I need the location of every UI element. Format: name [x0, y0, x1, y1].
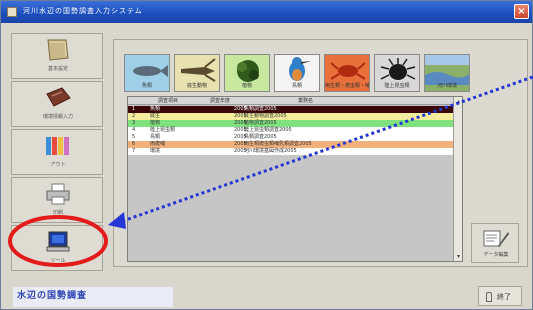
table-cell-item: 植物 [150, 120, 161, 126]
banner-text: 水辺の国勢調査 [17, 291, 88, 301]
table-cell-name: 底生動物調査2005 [244, 113, 287, 119]
status-banner: 水辺の国勢調査 [13, 287, 173, 307]
category-fish[interactable]: 魚類 [124, 54, 170, 92]
table-cell-num: 6 [132, 141, 136, 147]
table-row[interactable]: 5 鳥類 2005 鳥類調査2005 [128, 134, 454, 141]
exit-label: 終了 [497, 293, 511, 301]
edit-document-icon [483, 230, 509, 247]
binders-icon [46, 137, 69, 155]
vertical-scrollbar[interactable]: ▴ ▾ [453, 97, 462, 261]
table-cell-name: 両生類爬虫類哺乳類調査2005 [244, 141, 312, 147]
table-cell-name: 植物調査2005 [244, 120, 277, 126]
table-cell-name: 陸上昆虫類調査2005 [244, 127, 292, 133]
computer-icon [46, 231, 70, 252]
sidebar-item-basic-settings[interactable]: 基本設定 [11, 33, 103, 79]
column-header: 業務名 [298, 98, 314, 104]
close-button[interactable]: × [514, 4, 529, 19]
table-cell-item: 環境 [150, 148, 161, 154]
category-label: 底生動物 [186, 83, 207, 89]
table-cell-name: 河川環境基図作成2005 [244, 148, 297, 154]
fish-icon [133, 65, 168, 77]
notebook-icon [46, 87, 71, 107]
app-icon [7, 7, 17, 17]
sidebar-item-print[interactable]: 印刷 [11, 177, 103, 223]
category-amphibians-reptiles-mammals[interactable]: 両生類・爬虫類・哺乳類 [324, 54, 370, 92]
category-benthic[interactable]: 底生動物 [174, 54, 220, 92]
data-edit-label: データ編集 [483, 252, 509, 258]
category-plants[interactable]: 植物 [224, 54, 270, 92]
status-bar: 水辺の国勢調査 終了 [1, 283, 532, 309]
scroll-down-icon[interactable]: ▾ [455, 253, 462, 260]
table-row[interactable]: 3 植物 2005 植物調査2005 [128, 120, 454, 127]
table-cell-item: 鳥類 [150, 134, 161, 140]
sidebar-item-label: アウト [50, 162, 66, 168]
category-birds[interactable]: 鳥類 [274, 54, 320, 92]
category-label: 鳥類 [291, 83, 302, 89]
printer-icon [46, 183, 70, 205]
exit-button[interactable]: 終了 [478, 286, 522, 306]
category-label: 河川環境 [436, 83, 457, 89]
sidebar-item-label: ツール [50, 258, 66, 264]
sidebar-item-label: 印刷 [52, 210, 63, 216]
sidebar-item-label: 環境情報入力 [42, 114, 73, 120]
table-cell-num: 1 [132, 106, 136, 112]
table-cell-name: 鳥類調査2005 [244, 134, 277, 140]
app-window: 河川水辺の国勢調査入力システム × 基本設定 環境情報入力 アウト 印刷 ツール… [0, 0, 533, 310]
scroll-up-icon[interactable]: ▴ [455, 98, 462, 105]
table-cell-num: 2 [132, 113, 136, 119]
table-row[interactable]: 1 魚類 2005 魚類調査2005 [128, 106, 454, 113]
table-cell-item: 魚類 [150, 106, 161, 112]
table-cell-num: 4 [132, 127, 136, 133]
kingfisher-icon [289, 57, 311, 81]
category-label: 魚類 [141, 83, 152, 89]
window-title: 河川水辺の国勢調査入力システム [23, 7, 143, 15]
data-edit-button[interactable]: データ編集 [471, 223, 519, 263]
table-cell-name: 魚類調査2005 [244, 106, 277, 112]
table-cell-item: 陸上昆虫類 [150, 127, 176, 133]
survey-table: 調査項目 調査年度 業務名 1 魚類 2005 魚類調査2005 2 底生 2005 底生動物… [127, 96, 463, 262]
table-row[interactable]: 2 底生 2005 底生動物調査2005 [128, 113, 454, 120]
door-icon [486, 292, 492, 302]
table-row[interactable]: 7 環境 2005 河川環境基図作成2005 [128, 148, 454, 155]
river-scene-icon [425, 55, 469, 85]
category-label: 植物 [241, 83, 252, 89]
table-header: 調査項目 調査年度 業務名 [128, 97, 454, 105]
table-cell-num: 7 [132, 148, 136, 154]
sidebar-item-label: 基本設定 [47, 66, 68, 72]
table-cell-num: 3 [132, 120, 136, 126]
column-header: 調査項目 [158, 98, 179, 104]
title-bar[interactable]: 河川水辺の国勢調査入力システム × [1, 1, 532, 23]
sidebar-item-environment-input[interactable]: 環境情報入力 [11, 81, 103, 127]
category-label: 陸上昆虫類 [384, 83, 410, 89]
table-row[interactable]: 4 陸上昆虫類 2005 陸上昆虫類調査2005 [128, 127, 454, 134]
book-icon [47, 39, 69, 61]
crab-icon [330, 62, 366, 80]
table-row[interactable]: 6 両爬哺 2005 両生類爬虫類哺乳類調査2005 [128, 141, 454, 148]
category-river-environment[interactable]: 河川環境 [424, 54, 470, 92]
category-label: 両生類・爬虫類・哺乳類 [325, 83, 370, 89]
table-cell-item: 両爬哺 [150, 141, 166, 147]
table-cell-num: 5 [132, 134, 136, 140]
beetle-icon [380, 58, 416, 80]
column-header: 調査年度 [210, 98, 231, 104]
crayfish-icon [181, 58, 216, 82]
sidebar: 基本設定 環境情報入力 アウト 印刷 ツール [11, 33, 103, 271]
category-terrestrial-insects[interactable]: 陸上昆虫類 [374, 54, 420, 92]
sidebar-item-output[interactable]: アウト [11, 129, 103, 175]
sidebar-item-tools[interactable]: ツール [11, 225, 103, 271]
table-cell-item: 底生 [150, 113, 161, 119]
